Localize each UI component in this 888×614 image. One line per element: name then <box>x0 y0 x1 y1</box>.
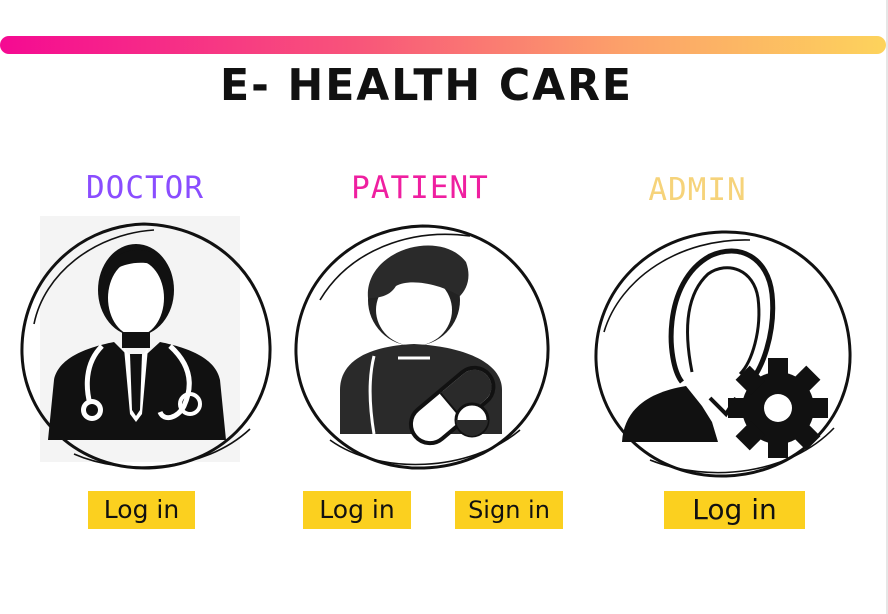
gradient-header-bar <box>0 36 886 54</box>
admin-login-button[interactable]: Log in <box>664 491 805 529</box>
patient-label: PATIENT <box>351 170 489 206</box>
patient-signin-button[interactable]: Sign in <box>455 491 563 529</box>
admin-label: ADMIN <box>648 172 747 208</box>
doctor-login-button[interactable]: Log in <box>88 491 195 529</box>
admin-icon[interactable] <box>590 222 860 484</box>
page-title: E- HEALTH CARE <box>220 60 633 111</box>
patient-icon[interactable] <box>290 220 554 476</box>
doctor-label: DOCTOR <box>86 170 204 206</box>
patient-login-button[interactable]: Log in <box>303 491 411 529</box>
doctor-icon[interactable] <box>14 214 278 476</box>
